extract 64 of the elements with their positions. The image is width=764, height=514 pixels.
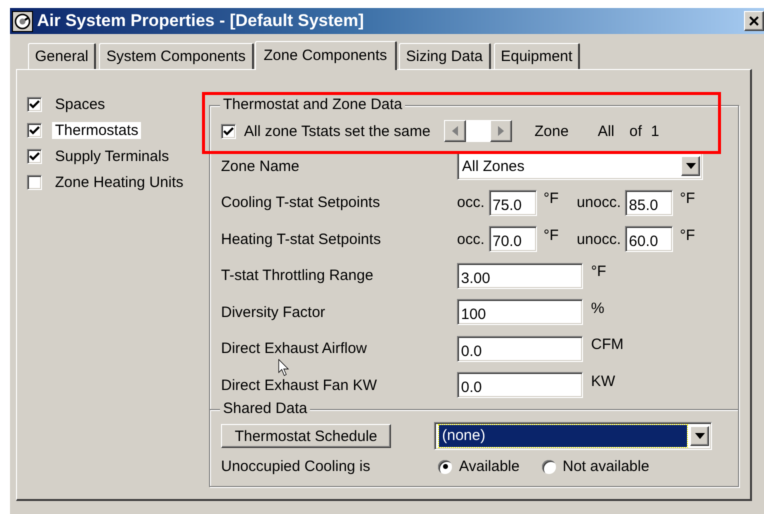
- radio-button[interactable]: [542, 460, 556, 474]
- tab[interactable]: System Components: [99, 43, 254, 69]
- input-field[interactable]: 85.0: [624, 190, 673, 216]
- close-icon: [749, 16, 759, 26]
- input-field[interactable]: 70.0: [488, 226, 537, 252]
- checkbox[interactable]: [27, 149, 42, 164]
- input-field[interactable]: 75.0: [488, 190, 537, 216]
- unit-label: °F: [591, 263, 606, 280]
- zone-dropdown[interactable]: All Zones: [457, 152, 703, 180]
- tab[interactable]: Equipment: [494, 43, 580, 69]
- zone-spinner[interactable]: [444, 120, 512, 142]
- unit-label: °F: [544, 226, 559, 244]
- tab[interactable]: Zone Components: [254, 41, 398, 70]
- dropdown-arrow-icon: [694, 433, 704, 439]
- app-icon: [12, 10, 33, 32]
- checkbox-label[interactable]: Spaces: [52, 96, 108, 113]
- dropdown-arrow-icon: [686, 163, 696, 170]
- input-field[interactable]: 3.00: [457, 262, 583, 289]
- unit-label: °F: [680, 190, 696, 208]
- unit-label: KW: [591, 372, 616, 390]
- field-label: Direct Exhaust Airflow: [221, 340, 368, 358]
- right-arrow-icon: [498, 126, 504, 136]
- checkbox[interactable]: [221, 124, 236, 138]
- input-field[interactable]: 0.0: [457, 372, 583, 398]
- field-label: Unoccupied Cooling is: [221, 458, 372, 475]
- zone-count: 1: [650, 122, 660, 140]
- of-label: of: [629, 122, 642, 140]
- checkbox[interactable]: [27, 175, 42, 190]
- unit-label: %: [591, 300, 604, 317]
- window-title: Air System Properties - [Default System]: [37, 11, 365, 31]
- checkbox[interactable]: [27, 123, 42, 138]
- occ-label: occ.: [457, 230, 485, 248]
- field-label: Zone Name: [221, 158, 300, 175]
- field-label: T-stat Throttling Range: [221, 267, 374, 284]
- input-field[interactable]: 0.0: [457, 336, 583, 362]
- checkbox-label[interactable]: Thermostats: [52, 122, 142, 139]
- left-arrow-icon: [452, 126, 458, 136]
- zone-value: All: [598, 122, 614, 140]
- mouse-cursor-icon: [278, 359, 290, 377]
- field-label: Diversity Factor: [221, 304, 326, 321]
- checkbox-label[interactable]: All zone Tstats set the same: [244, 122, 430, 140]
- input-field[interactable]: 60.0: [624, 226, 673, 252]
- schedule-button[interactable]: Thermostat Schedule: [221, 424, 391, 448]
- unit-label: CFM: [591, 336, 624, 354]
- radio-label[interactable]: Not available: [562, 458, 650, 475]
- close-button[interactable]: [744, 11, 764, 31]
- unocc-label: unocc.: [576, 230, 621, 248]
- field-label: Cooling T-stat Setpoints: [221, 194, 381, 212]
- zone-label: Zone: [534, 122, 569, 140]
- checkbox[interactable]: [27, 97, 42, 112]
- schedule-dropdown[interactable]: (none): [434, 422, 712, 450]
- field-label: Direct Exhaust Fan KW: [221, 376, 378, 394]
- unocc-label: unocc.: [576, 194, 621, 212]
- field-label: Heating T-stat Setpoints: [221, 230, 382, 248]
- unit-label: °F: [544, 190, 559, 208]
- unit-label: °F: [680, 226, 696, 244]
- tab[interactable]: General: [28, 43, 96, 69]
- checkbox-label[interactable]: Supply Terminals: [52, 148, 172, 165]
- input-field[interactable]: 100: [457, 299, 583, 326]
- checkbox-label[interactable]: Zone Heating Units: [52, 174, 186, 191]
- occ-label: occ.: [457, 194, 485, 212]
- radio-label[interactable]: Available: [459, 458, 520, 475]
- radio-button[interactable]: [438, 460, 452, 474]
- tab[interactable]: Sizing Data: [399, 43, 491, 69]
